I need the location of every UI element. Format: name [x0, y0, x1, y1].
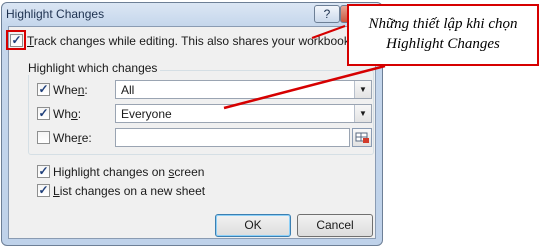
arrow-to-options	[223, 64, 386, 110]
arrow-to-title	[311, 25, 346, 39]
callout-line-1: Những thiết lập khi chọn	[368, 16, 518, 32]
callout-line-2: Highlight Changes	[386, 36, 500, 52]
callout-box: Những thiết lập khi chọn Highlight Chang…	[347, 4, 539, 66]
